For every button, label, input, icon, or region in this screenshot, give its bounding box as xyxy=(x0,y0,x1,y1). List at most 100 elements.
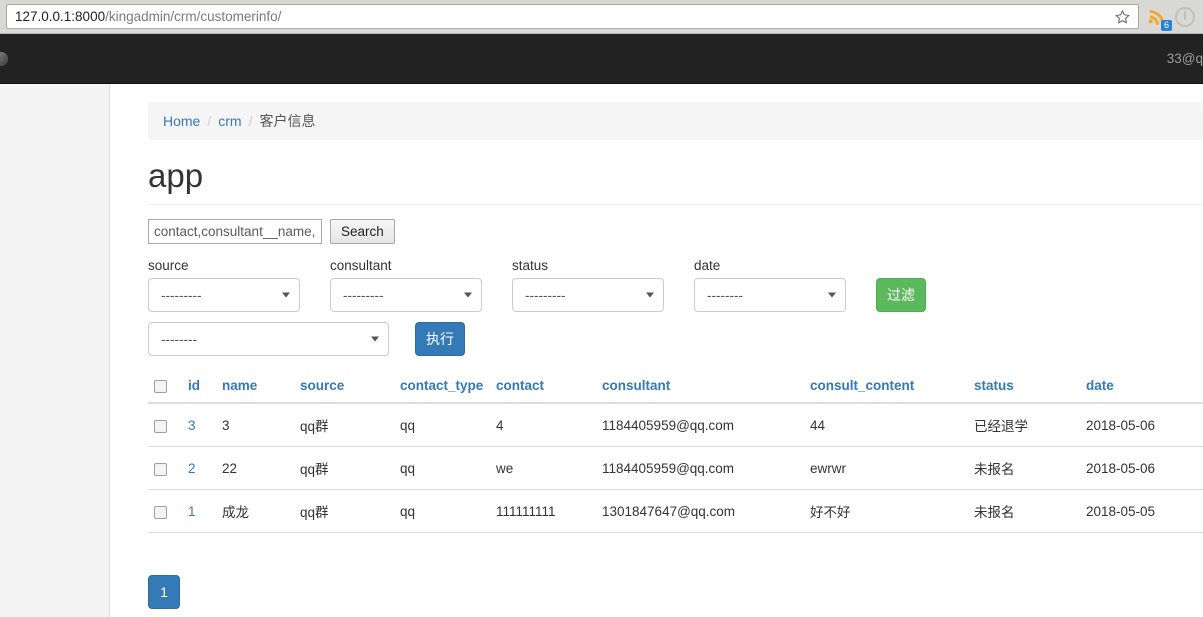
checkbox-icon[interactable] xyxy=(154,505,167,519)
checkbox-icon[interactable] xyxy=(154,419,167,433)
column-header-status-link[interactable]: status xyxy=(974,378,1014,393)
breadcrumb: Home / crm / 客户信息 xyxy=(148,102,1203,140)
cell-name: 22 xyxy=(216,446,294,491)
filter-label-source: source xyxy=(148,258,189,274)
filter-select-status-value: --------- xyxy=(525,287,566,303)
filter-bar: source --------- consultant --------- st… xyxy=(148,258,1203,313)
chevron-down-icon xyxy=(371,336,379,342)
row-select-cell xyxy=(148,403,182,448)
cell-contact: we xyxy=(490,446,596,491)
reload-icon[interactable] xyxy=(1175,6,1195,27)
column-header-date[interactable]: date xyxy=(1080,370,1203,405)
row-edit-link[interactable]: 2 xyxy=(188,461,196,476)
cell-contact: 4 xyxy=(490,403,596,448)
filter-label-consultant: consultant xyxy=(330,258,392,274)
cell-id[interactable]: 1 xyxy=(182,489,216,534)
filter-label-status: status xyxy=(512,258,549,274)
cell-date: 2018-05-05 xyxy=(1080,489,1203,534)
pagination-page-1[interactable]: 1 xyxy=(148,575,180,610)
bulk-action-select[interactable]: -------- xyxy=(148,322,389,357)
address-bar[interactable]: 127.0.0.1:8000/kingadmin/crm/customerinf… xyxy=(6,4,1139,29)
column-header-source-link[interactable]: source xyxy=(300,378,344,393)
cell-contact-type: qq xyxy=(394,446,490,491)
filter-select-source[interactable]: --------- xyxy=(148,278,300,313)
sidebar xyxy=(0,84,110,617)
pagination: 1 xyxy=(148,575,1203,610)
column-header-contact[interactable]: contact xyxy=(490,370,596,405)
url-path: /kingadmin/crm/customerinfo/ xyxy=(105,9,282,24)
column-header-consult-content-link[interactable]: consult_content xyxy=(810,378,914,393)
cell-consultant: 1301847647@qq.com xyxy=(596,489,804,534)
cell-contact: 111111111 xyxy=(490,489,596,534)
column-header-date-link[interactable]: date xyxy=(1086,378,1114,393)
cell-source: qq群 xyxy=(294,446,394,491)
breadcrumb-separator: / xyxy=(248,113,253,129)
column-header-status[interactable]: status xyxy=(968,370,1080,405)
filter-select-date[interactable]: -------- xyxy=(694,278,846,313)
filter-apply-button[interactable]: 过滤 xyxy=(876,278,926,313)
row-edit-link[interactable]: 3 xyxy=(188,418,196,433)
table-body: 3 3 qq群 qq 4 1184405959@qq.com 44 已经退学 2… xyxy=(148,403,1203,534)
checkbox-icon[interactable] xyxy=(154,462,167,476)
browser-chrome: 127.0.0.1:8000/kingadmin/crm/customerinf… xyxy=(0,0,1203,34)
column-header-contact-type[interactable]: contact_type xyxy=(394,370,490,405)
checkbox-icon[interactable] xyxy=(154,380,167,394)
cell-source: qq群 xyxy=(294,403,394,448)
row-edit-link[interactable]: 1 xyxy=(188,504,196,519)
top-navbar: 33@qq.c xyxy=(0,34,1203,84)
row-select-cell xyxy=(148,446,182,491)
column-header-source[interactable]: source xyxy=(294,370,394,405)
breadcrumb-separator: / xyxy=(207,113,212,129)
table-row: 2 22 qq群 qq we 1184405959@qq.com ewrwr 未… xyxy=(148,446,1203,491)
star-icon[interactable] xyxy=(1114,9,1130,25)
cell-contact-type: qq xyxy=(394,489,490,534)
cell-consult-content: ewrwr xyxy=(804,446,968,491)
search-input[interactable] xyxy=(148,219,322,245)
select-all-header xyxy=(148,370,182,405)
column-header-contact-link[interactable]: contact xyxy=(496,378,544,393)
cell-status: 未报名 xyxy=(968,446,1080,491)
search-form: Search xyxy=(148,219,1203,245)
cell-id[interactable]: 3 xyxy=(182,403,216,448)
title-divider xyxy=(148,204,1203,206)
filter-group-source: source --------- xyxy=(148,258,300,313)
column-header-contact-type-link[interactable]: contact_type xyxy=(400,378,483,393)
cell-consult-content: 44 xyxy=(804,403,968,448)
column-header-id-link[interactable]: id xyxy=(188,378,200,393)
column-header-consult-content[interactable]: consult_content xyxy=(804,370,968,405)
filter-group-date: date -------- xyxy=(694,258,846,313)
rss-feed-icon[interactable]: 6 xyxy=(1147,6,1172,31)
filter-select-status[interactable]: --------- xyxy=(512,278,664,313)
breadcrumb-current: 客户信息 xyxy=(259,113,316,129)
page-title: app xyxy=(148,157,204,194)
cell-date: 2018-05-06 xyxy=(1080,403,1203,448)
navbar-brand[interactable] xyxy=(0,51,8,66)
table-head: id name source contact_type contact cons… xyxy=(148,370,1203,405)
table-header-row: id name source contact_type contact cons… xyxy=(148,370,1203,405)
table-row: 3 3 qq群 qq 4 1184405959@qq.com 44 已经退学 2… xyxy=(148,403,1203,448)
page-body: Home / crm / 客户信息 app Search source ----… xyxy=(0,84,1203,617)
bulk-action-select-value: -------- xyxy=(161,331,197,347)
column-header-id[interactable]: id xyxy=(182,370,216,405)
rss-badge: 6 xyxy=(1161,19,1172,31)
table-row: 1 成龙 qq群 qq 111111111 1301847647@qq.com … xyxy=(148,489,1203,534)
cell-contact-type: qq xyxy=(394,403,490,448)
chevron-down-icon xyxy=(282,292,290,298)
brand-glyph-icon xyxy=(0,51,8,66)
cell-status: 未报名 xyxy=(968,489,1080,534)
filter-select-consultant[interactable]: --------- xyxy=(330,278,482,313)
column-header-consultant[interactable]: consultant xyxy=(596,370,804,405)
cell-consultant: 1184405959@qq.com xyxy=(596,446,804,491)
column-header-consultant-link[interactable]: consultant xyxy=(602,378,670,393)
bulk-action-bar: -------- 执行 xyxy=(148,322,1203,357)
cell-status: 已经退学 xyxy=(968,403,1080,448)
breadcrumb-app[interactable]: crm xyxy=(218,113,241,129)
breadcrumb-home[interactable]: Home xyxy=(163,113,200,129)
search-button[interactable]: Search xyxy=(330,219,395,245)
column-header-name[interactable]: name xyxy=(216,370,294,405)
bulk-action-execute-button[interactable]: 执行 xyxy=(415,322,465,357)
chevron-down-icon xyxy=(828,292,836,298)
cell-id[interactable]: 2 xyxy=(182,446,216,491)
navbar-user-email[interactable]: 33@qq.c xyxy=(1167,51,1203,66)
column-header-name-link[interactable]: name xyxy=(222,378,257,393)
